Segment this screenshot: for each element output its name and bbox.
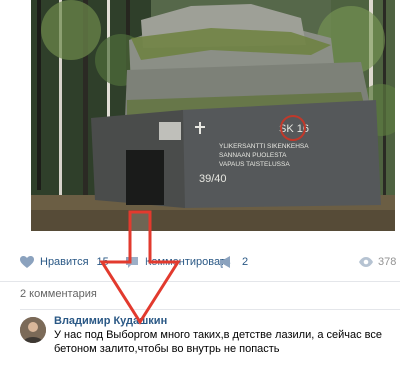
- avatar[interactable]: [20, 317, 46, 343]
- share-count: 2: [242, 256, 249, 268]
- megaphone-icon: [218, 254, 234, 270]
- photo-inscription-line1: YLIKERSANTTI SIKENKEHSA: [219, 143, 309, 150]
- divider: [0, 281, 400, 282]
- bunker-photo-illustration: SK 16 YLIKERSANTTI SIKENKEHSA SANNAAN PU…: [31, 0, 395, 231]
- eye-icon: [358, 254, 374, 270]
- like-label: Нравится: [40, 256, 89, 268]
- comment-icon: [124, 254, 140, 270]
- comment-button[interactable]: Комментировать: [124, 247, 231, 277]
- like-button[interactable]: Нравится 15: [19, 247, 109, 277]
- views-count: 378: [378, 256, 397, 268]
- post-photo[interactable]: SK 16 YLIKERSANTTI SIKENKEHSA SANNAAN PU…: [31, 0, 395, 231]
- share-button[interactable]: 2: [218, 247, 248, 277]
- comment-text: У нас под Выборгом много таких,в детстве…: [54, 329, 383, 355]
- photo-inscription-line2: SANNAAN PUOLESTA: [219, 152, 287, 159]
- divider: [20, 309, 400, 310]
- post-actions-bar: Нравится 15 Комментировать 2 378: [0, 247, 400, 277]
- like-count: 15: [96, 256, 109, 268]
- photo-inscription-line3: VAPAUS TAISTELUSSA: [219, 161, 290, 168]
- comments-count-label[interactable]: 2 комментария: [20, 288, 97, 300]
- photo-inscription-number: 39/40: [199, 173, 227, 185]
- heart-icon: [19, 254, 35, 270]
- views-indicator: 378: [358, 247, 396, 277]
- comment-item: Владимир Кудашкин У нас под Выборгом мно…: [20, 315, 400, 366]
- comment-author[interactable]: Владимир Кудашкин: [54, 315, 167, 327]
